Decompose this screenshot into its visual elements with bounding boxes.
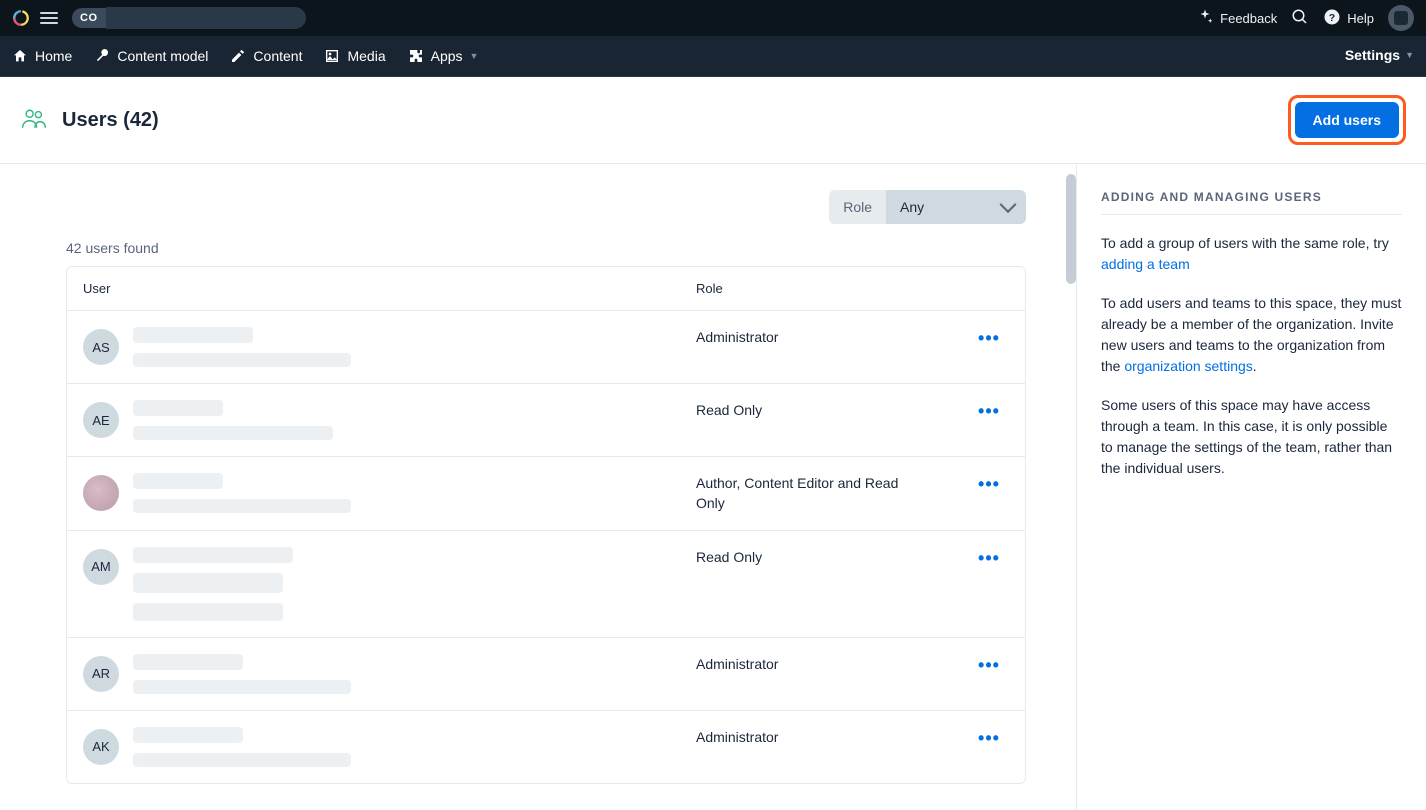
avatar: AS — [83, 329, 119, 365]
help-sidebar: ADDING AND MANAGING USERS To add a group… — [1076, 164, 1426, 810]
help-button[interactable]: ? Help — [1323, 8, 1374, 29]
help-label: Help — [1347, 11, 1374, 26]
sidebar-heading: ADDING AND MANAGING USERS — [1101, 190, 1402, 215]
feedback-button[interactable]: Feedback — [1196, 8, 1277, 29]
sidebar-paragraph-1: To add a group of users with the same ro… — [1101, 233, 1402, 275]
avatar: AE — [83, 402, 119, 438]
feedback-label: Feedback — [1220, 11, 1277, 26]
user-role: Administrator — [696, 727, 969, 747]
nav-apps[interactable]: Apps ▼ — [408, 48, 479, 64]
more-actions-icon[interactable]: ••• — [978, 656, 1000, 674]
nav-settings-label: Settings — [1345, 47, 1400, 63]
user-role: Administrator — [696, 327, 969, 347]
user-email-redacted — [133, 680, 351, 694]
more-actions-icon[interactable]: ••• — [978, 329, 1000, 347]
pencil-icon — [230, 48, 246, 64]
menu-icon[interactable] — [40, 12, 58, 24]
user-line2-redacted — [133, 573, 283, 593]
add-users-button[interactable]: Add users — [1295, 102, 1399, 138]
logo-icon[interactable] — [12, 9, 30, 27]
more-actions-icon[interactable]: ••• — [978, 549, 1000, 567]
wrench-icon — [94, 48, 110, 64]
role-filter-select[interactable]: Any — [886, 190, 1026, 224]
user-role: Author, Content Editor and Read Only — [696, 473, 969, 514]
nav-media-label: Media — [347, 48, 385, 64]
more-actions-icon[interactable]: ••• — [978, 402, 1000, 420]
user-name-redacted — [133, 473, 223, 489]
role-filter-label: Role — [829, 190, 886, 224]
main-content: Role Any 42 users found User Role AS Adm… — [0, 164, 1426, 810]
users-icon — [20, 105, 48, 136]
help-icon: ? — [1323, 8, 1341, 29]
org-settings-link[interactable]: organization settings — [1124, 358, 1252, 374]
scrollbar[interactable] — [1066, 174, 1076, 284]
puzzle-icon — [408, 48, 424, 64]
nav-settings[interactable]: Settings ▼ — [1345, 47, 1414, 65]
sparkle-icon — [1196, 8, 1214, 29]
table-row[interactable]: AS Administrator ••• — [67, 311, 1025, 384]
avatar: AR — [83, 656, 119, 692]
user-email-redacted — [133, 353, 351, 367]
nav-content-model[interactable]: Content model — [94, 48, 208, 64]
space-badge: CO — [72, 8, 106, 28]
more-actions-icon[interactable]: ••• — [978, 475, 1000, 493]
user-line3-redacted — [133, 603, 283, 621]
avatar: AM — [83, 549, 119, 585]
space-name-redacted — [106, 7, 306, 29]
user-avatar[interactable] — [1388, 5, 1414, 31]
column-header-user: User — [83, 281, 696, 296]
user-role: Administrator — [696, 654, 969, 674]
nav-content-label: Content — [253, 48, 302, 64]
page-header: Users (42) Add users — [0, 77, 1426, 164]
results-count: 42 users found — [66, 240, 1056, 256]
nav-apps-label: Apps — [431, 48, 463, 64]
chevron-down-icon: ▼ — [1405, 50, 1414, 60]
user-name-redacted — [133, 727, 243, 743]
nav-home[interactable]: Home — [12, 48, 72, 64]
user-name-redacted — [133, 654, 243, 670]
table-row[interactable]: AM Read Only ••• — [67, 531, 1025, 638]
column-header-role: Role — [696, 281, 1009, 296]
user-name-redacted — [133, 327, 253, 343]
users-table: User Role AS Administrator ••• AE Read O… — [66, 266, 1026, 784]
user-email-redacted — [133, 753, 351, 767]
filter-row: Role Any — [66, 190, 1056, 224]
nav-content[interactable]: Content — [230, 48, 302, 64]
content-column: Role Any 42 users found User Role AS Adm… — [0, 164, 1076, 810]
avatar: AK — [83, 729, 119, 765]
navbar: Home Content model Content Media Apps ▼ … — [0, 36, 1426, 77]
add-users-highlight: Add users — [1288, 95, 1406, 145]
more-actions-icon[interactable]: ••• — [978, 729, 1000, 747]
nav-media[interactable]: Media — [324, 48, 385, 64]
user-role: Read Only — [696, 547, 969, 567]
nav-home-label: Home — [35, 48, 72, 64]
sidebar-paragraph-2: To add users and teams to this space, th… — [1101, 293, 1402, 377]
role-filter: Role Any — [829, 190, 1026, 224]
user-name-redacted — [133, 547, 293, 563]
space-selector[interactable]: CO — [72, 7, 306, 29]
table-row[interactable]: Author, Content Editor and Read Only ••• — [67, 457, 1025, 531]
image-icon — [324, 48, 340, 64]
svg-text:?: ? — [1329, 11, 1335, 23]
adding-team-link[interactable]: adding a team — [1101, 256, 1190, 272]
table-row[interactable]: AE Read Only ••• — [67, 384, 1025, 457]
table-row[interactable]: AK Administrator ••• — [67, 711, 1025, 783]
user-role: Read Only — [696, 400, 969, 420]
user-name-redacted — [133, 400, 223, 416]
avatar — [83, 475, 119, 511]
user-email-redacted — [133, 426, 333, 440]
table-header: User Role — [67, 267, 1025, 311]
sidebar-paragraph-3: Some users of this space may have access… — [1101, 395, 1402, 479]
chevron-down-icon: ▼ — [470, 51, 479, 61]
search-icon[interactable] — [1291, 8, 1309, 29]
topbar: CO Feedback ? Help — [0, 0, 1426, 36]
page-title: Users (42) — [62, 109, 159, 132]
user-email-redacted — [133, 499, 351, 513]
home-icon — [12, 48, 28, 64]
table-row[interactable]: AR Administrator ••• — [67, 638, 1025, 711]
nav-content-model-label: Content model — [117, 48, 208, 64]
